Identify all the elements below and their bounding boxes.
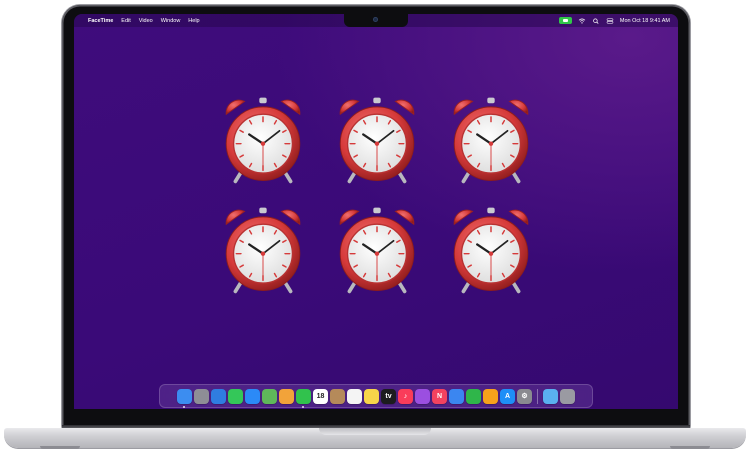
facetime-icon[interactable] <box>296 388 311 408</box>
laptop-foot-right <box>670 446 710 449</box>
alarm-clock-icon <box>217 94 309 186</box>
alarm-clock-icon <box>445 204 537 296</box>
alarm-clock-grid <box>217 94 537 314</box>
menu-clock[interactable]: Mon Oct 18 9:41 AM <box>620 18 670 24</box>
laptop-foot-left <box>40 446 80 449</box>
keynote-icon[interactable] <box>449 388 464 404</box>
camera-lens <box>373 17 378 22</box>
calendar-icon[interactable]: 18 <box>313 388 328 404</box>
alarm-clock-icon <box>331 94 423 186</box>
camera-notch <box>344 14 408 27</box>
music-icon[interactable]: ♪ <box>398 388 413 404</box>
photos-icon[interactable] <box>279 388 294 404</box>
mail-icon[interactable] <box>245 388 260 404</box>
messages-icon[interactable] <box>228 388 243 404</box>
safari-icon[interactable] <box>211 388 226 404</box>
launchpad-icon[interactable] <box>194 388 209 404</box>
trash-icon[interactable] <box>560 388 575 404</box>
app-store-icon[interactable]: A <box>500 388 515 404</box>
running-indicator <box>183 405 185 408</box>
pages-icon[interactable] <box>483 388 498 404</box>
facetime-camera-status-icon[interactable] <box>558 17 572 24</box>
menu-app-name[interactable]: FaceTime <box>88 18 113 24</box>
alarm-clock-icon <box>217 204 309 296</box>
wifi-icon[interactable] <box>578 18 586 24</box>
menu-edit[interactable]: Edit <box>121 18 130 24</box>
control-center-icon[interactable] <box>606 17 614 24</box>
alarm-clock-icon <box>445 94 537 186</box>
system-preferences-icon[interactable]: ⚙ <box>517 388 532 404</box>
desktop-screen: FaceTime Edit Video Window Help Mon Oct … <box>74 14 678 409</box>
alarm-clock-icon <box>331 204 423 296</box>
menu-video[interactable]: Video <box>139 18 153 24</box>
podcasts-icon[interactable] <box>415 388 430 404</box>
downloads-folder-icon[interactable] <box>543 388 558 404</box>
running-indicator <box>302 405 304 408</box>
maps-icon[interactable] <box>262 388 277 404</box>
notes-icon[interactable] <box>364 388 379 404</box>
tv-icon[interactable]: tv <box>381 388 396 404</box>
news-icon[interactable]: N <box>432 388 447 404</box>
finder-icon[interactable] <box>177 388 192 408</box>
reminders-icon[interactable] <box>347 388 362 404</box>
menu-help[interactable]: Help <box>188 18 199 24</box>
numbers-icon[interactable] <box>466 388 481 404</box>
dock-separator <box>537 388 538 404</box>
menu-window[interactable]: Window <box>161 18 181 24</box>
laptop-thumb-notch <box>319 428 431 435</box>
dock: 18 tv ♪ N A ⚙ <box>159 384 593 408</box>
search-icon[interactable] <box>592 18 600 24</box>
contacts-icon[interactable] <box>330 388 345 404</box>
